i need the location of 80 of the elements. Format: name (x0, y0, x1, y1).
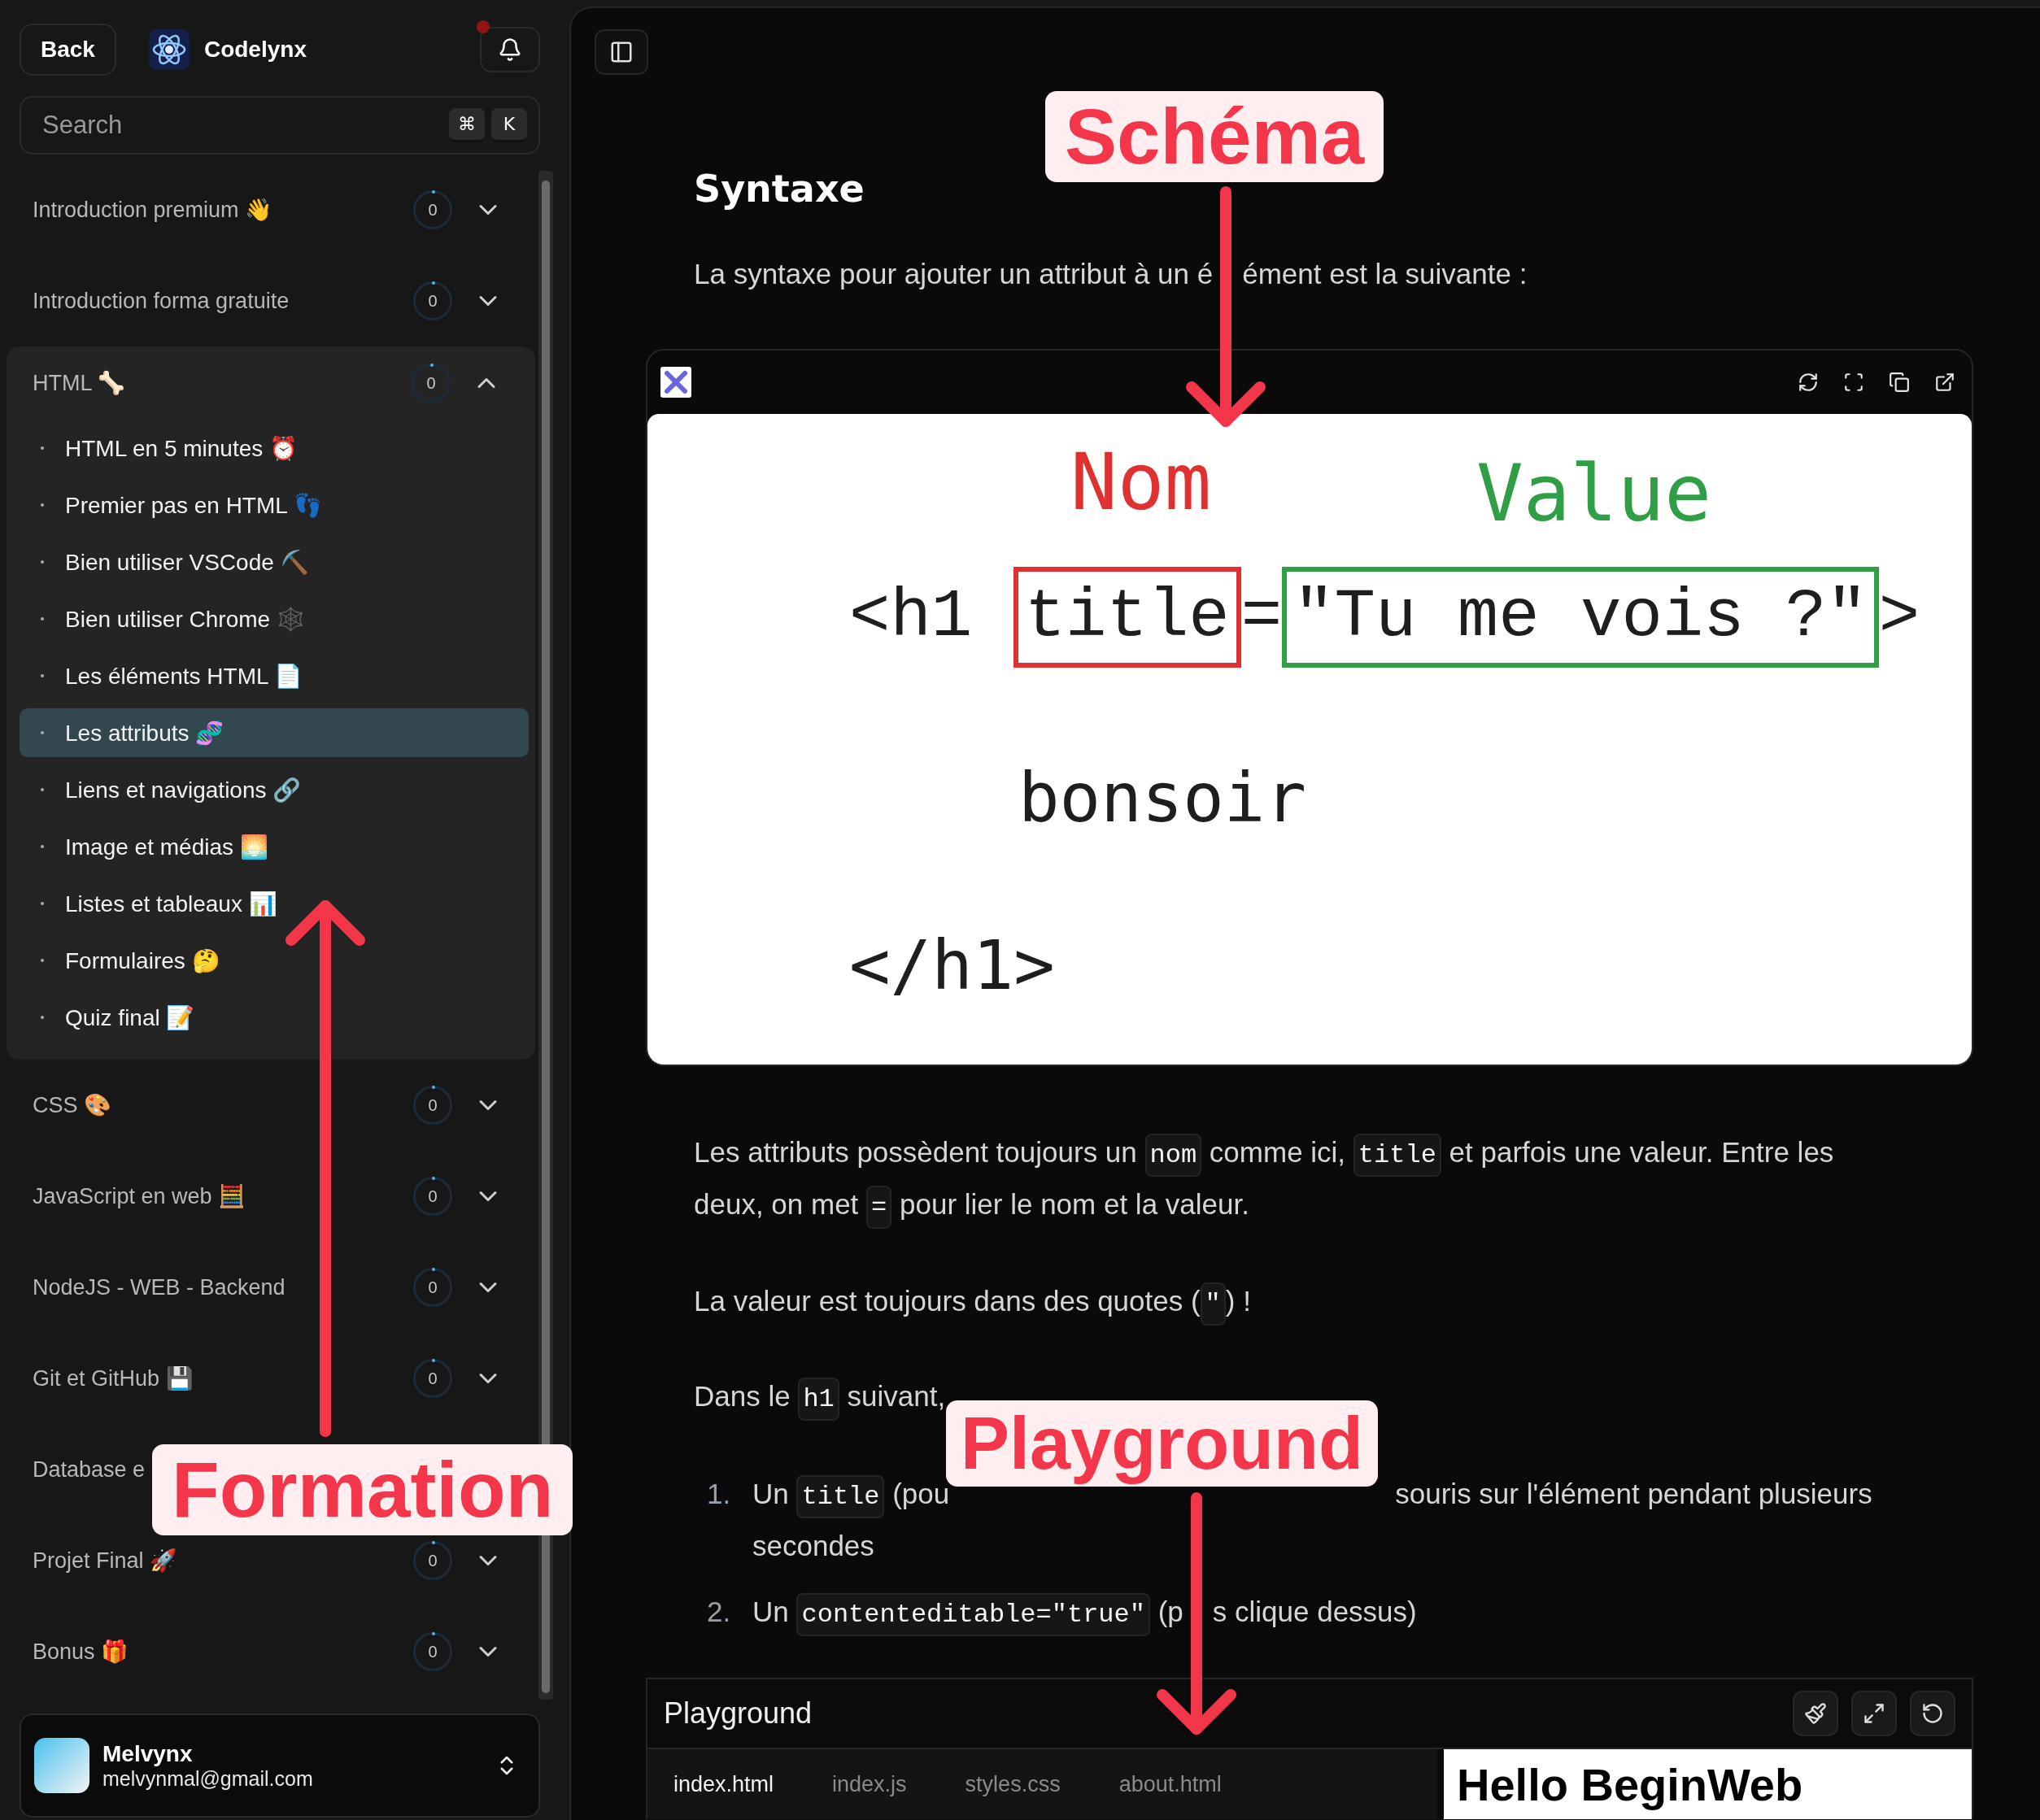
diagram-label: Nom (1070, 443, 1212, 521)
tools-logo-icon (660, 367, 691, 398)
sidebar-toggle-button[interactable] (595, 29, 648, 75)
section-heading: Syntaxe (694, 169, 865, 208)
shortcut-key: ⌘ (449, 108, 485, 142)
section-title[interactable]: Introduction forma gratuite (33, 288, 290, 314)
progress-ring: 0 (413, 1632, 452, 1671)
paragraph: Les attributs possèdent toujours un nom comme ici, title et parfois une valeur. Entre les deux, on met = pour lier le nom et la valeur. (694, 1126, 1898, 1230)
section-title[interactable]: NodeJS - WEB - Backend (33, 1274, 286, 1300)
reset-button[interactable] (1910, 1691, 1955, 1736)
shortcut-key: K (491, 108, 527, 142)
section-title[interactable]: HTML 🦴 (33, 370, 125, 396)
section-title[interactable]: Bonus 🎁 (33, 1639, 129, 1665)
code-text: = (1240, 583, 1283, 651)
section-title[interactable]: Projet Final 🚀 (33, 1548, 178, 1574)
expand-button[interactable] (1851, 1691, 1897, 1736)
code-text: > (1878, 583, 1920, 651)
brand-name: Codelynx (203, 37, 307, 63)
progress-ring: 0 (413, 281, 452, 320)
atom-logo-icon (148, 29, 190, 70)
lesson-item[interactable]: HTML en 5 minutes ⏰ (20, 420, 529, 477)
progress-ring: 0 (413, 1086, 452, 1125)
playground-title: Playground (664, 1696, 813, 1731)
list-number: 1. (706, 1477, 732, 1511)
code-text: <h1 (849, 583, 974, 651)
attribute-value: "Tu me vois ?" (1282, 567, 1879, 668)
lesson-item[interactable]: Premier pas en HTML 👣 (20, 477, 529, 533)
paragraph: La valeur est toujours dans des quotes ( " ) ! (694, 1275, 1898, 1327)
file-tab[interactable]: styles.css (965, 1771, 1061, 1797)
user-card[interactable]: Melvynx melvynmal@gmail.com (20, 1713, 540, 1818)
attribute-name: title (1013, 567, 1241, 668)
lesson-item[interactable]: Bien utiliser Chrome 🕸 (20, 590, 529, 647)
search-input[interactable]: Search (41, 110, 442, 141)
user-name: Melvynx (102, 1740, 194, 1767)
list-number: 2. (706, 1595, 732, 1629)
reset-icon (1921, 1702, 1944, 1725)
progress-ring: 0 (413, 1541, 452, 1580)
external-link-icon[interactable] (1934, 372, 1955, 393)
bell-icon (498, 37, 522, 62)
diagram-label: Value (1476, 455, 1711, 533)
lesson-item[interactable]: Image et médias 🌅 (20, 818, 529, 875)
refresh-icon[interactable] (1798, 372, 1819, 393)
user-email: melvynmal@gmail.com (102, 1766, 314, 1791)
copy-icon[interactable] (1889, 372, 1910, 393)
file-tab[interactable]: index.js (832, 1771, 907, 1797)
progress-ring: 0 (413, 1177, 452, 1216)
notifications-button[interactable] (480, 27, 540, 72)
list-item-text: Un contenteditable="true" (p s clique dessus) (752, 1586, 1891, 1638)
progress-ring: 0 (412, 364, 451, 403)
section-title[interactable]: JavaScript en web 🧮 (33, 1183, 246, 1209)
lesson-item[interactable]: Listes et tableaux 📊 (20, 875, 529, 932)
panel-icon (609, 40, 634, 64)
file-tab[interactable]: index.html (673, 1771, 774, 1797)
section-title[interactable]: Database e (33, 1456, 146, 1483)
paragraph: La syntaxe pour ajouter un attribut à un é ément est la suivante : (694, 257, 1528, 291)
section-title[interactable]: CSS 🎨 (33, 1092, 112, 1118)
brush-icon (1804, 1702, 1827, 1725)
file-tab[interactable]: about.html (1118, 1771, 1222, 1797)
annotation-label: Schéma (1045, 91, 1384, 182)
section-title[interactable]: Introduction premium 👋 (33, 197, 273, 223)
avatar (34, 1738, 89, 1793)
section-title[interactable]: Git et GitHub 💾 (33, 1365, 194, 1391)
lesson-item[interactable]: Liens et navigations 🔗 (20, 761, 529, 818)
expand-icon (1863, 1702, 1885, 1725)
code-text: </h1> (849, 931, 1055, 999)
lesson-item[interactable]: Bien utiliser VSCode ⛏ (20, 533, 529, 590)
lesson-item[interactable]: Les attributs 🧬 (20, 708, 529, 757)
progress-ring: 0 (413, 1359, 452, 1398)
lesson-item[interactable]: Les éléments HTML 📄 (20, 647, 529, 704)
annotation-label: Formation (152, 1444, 573, 1535)
fullscreen-icon[interactable] (1843, 372, 1864, 393)
code-text: bonsoir (1018, 764, 1306, 832)
brush-button[interactable] (1793, 1691, 1838, 1736)
back-button[interactable]: Back (20, 24, 116, 76)
lesson-item[interactable]: Formulaires 🤔 (20, 932, 529, 989)
progress-ring: 0 (413, 190, 452, 229)
lesson-item[interactable]: Quiz final 📝 (20, 989, 529, 1046)
search-field[interactable]: Search ⌘ K (20, 96, 540, 155)
preview-heading: Hello BeginWeb (1457, 1759, 1803, 1810)
progress-ring: 0 (413, 1268, 452, 1307)
